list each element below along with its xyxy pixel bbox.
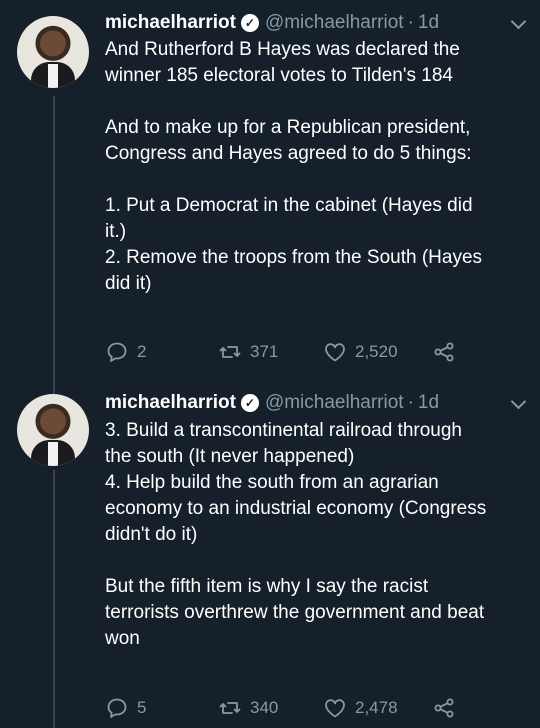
tweet-actions: 2 371 2,520	[105, 339, 540, 365]
tweet-paragraph: 3. Build a transcontinental railroad thr…	[105, 418, 535, 548]
tweet-paragraph: But the fifth item is why I say the raci…	[105, 574, 535, 652]
retweet-button[interactable]: 371	[218, 340, 278, 364]
reply-icon	[107, 698, 127, 718]
share-icon	[434, 342, 454, 362]
text-line: the south (It never happened)	[105, 446, 355, 467]
tweet-actions: 5 340 2,478	[105, 695, 540, 721]
user-handle[interactable]: @michaelharriot	[265, 392, 404, 414]
verified-badge-icon: ✓	[240, 14, 259, 32]
text-line: But the fifth item is why I say the raci…	[105, 576, 429, 597]
display-name[interactable]: michaelharriot	[105, 392, 236, 414]
text-line: didn't do it)	[105, 524, 198, 545]
heart-icon	[325, 699, 345, 718]
retweet-count: 371	[250, 342, 279, 361]
timestamp[interactable]: 1d	[418, 392, 439, 414]
tweet-text: And Rutherford B Hayes was declared the …	[105, 37, 535, 297]
retweet-button[interactable]: 340	[218, 696, 278, 720]
text-line: Congress and Hayes agreed to do 5 things…	[105, 143, 472, 164]
tweet[interactable]: michaelharriot ✓ @michaelharriot · 1d An…	[0, 0, 540, 380]
like-count: 2,520	[355, 342, 398, 361]
avatar-shirt	[48, 64, 58, 88]
retweet-icon	[219, 702, 241, 714]
user-handle[interactable]: @michaelharriot	[265, 12, 404, 34]
text-line: economy to an industrial economy (Congre…	[105, 498, 487, 519]
reply-icon	[107, 342, 127, 362]
text-line: terrorists overthrew the government and …	[105, 602, 485, 623]
avatar[interactable]	[17, 394, 89, 466]
avatar[interactable]	[17, 16, 89, 88]
share-button[interactable]	[432, 696, 464, 720]
separator: ·	[407, 12, 414, 33]
avatar-shirt	[48, 442, 58, 466]
text-line: won	[105, 628, 140, 649]
tweet-paragraph: And to make up for a Republican presiden…	[105, 115, 535, 167]
text-line: did it)	[105, 273, 152, 294]
text-line: And Rutherford B Hayes was declared the	[105, 39, 460, 60]
retweet-count: 340	[250, 698, 279, 717]
tweet-header: michaelharriot ✓ @michaelharriot · 1d	[105, 10, 526, 36]
heart-icon	[325, 343, 345, 362]
separator: ·	[407, 392, 414, 413]
reply-button[interactable]: 5	[105, 696, 146, 720]
reply-count: 5	[137, 698, 147, 717]
tweet-paragraph: 1. Put a Democrat in the cabinet (Hayes …	[105, 193, 535, 297]
timestamp[interactable]: 1d	[418, 12, 439, 34]
text-line: winner 185 electoral votes to Tilden's 1…	[105, 65, 453, 86]
like-button[interactable]: 2,520	[323, 340, 398, 364]
retweet-icon	[219, 346, 241, 358]
share-icon	[434, 698, 454, 718]
text-line: 3. Build a transcontinental railroad thr…	[105, 420, 463, 441]
tweet[interactable]: michaelharriot ✓ @michaelharriot · 1d 3.…	[0, 380, 540, 728]
tweet-paragraph: And Rutherford B Hayes was declared the …	[105, 37, 535, 89]
verified-badge-icon: ✓	[240, 394, 259, 412]
text-line: And to make up for a Republican presiden…	[105, 117, 471, 138]
tweet-header: michaelharriot ✓ @michaelharriot · 1d	[105, 390, 526, 416]
display-name[interactable]: michaelharriot	[105, 12, 236, 34]
like-count: 2,478	[355, 698, 398, 717]
like-button[interactable]: 2,478	[323, 696, 398, 720]
text-line: 4. Help build the south from an agrarian	[105, 472, 439, 493]
text-line: 1. Put a Democrat in the cabinet (Hayes …	[105, 195, 473, 216]
text-line: it.)	[105, 221, 127, 242]
reply-button[interactable]: 2	[105, 340, 146, 364]
share-button[interactable]	[432, 340, 464, 364]
reply-count: 2	[137, 342, 147, 361]
tweet-text: 3. Build a transcontinental railroad thr…	[105, 418, 535, 652]
text-line: 2. Remove the troops from the South (Hay…	[105, 247, 483, 268]
